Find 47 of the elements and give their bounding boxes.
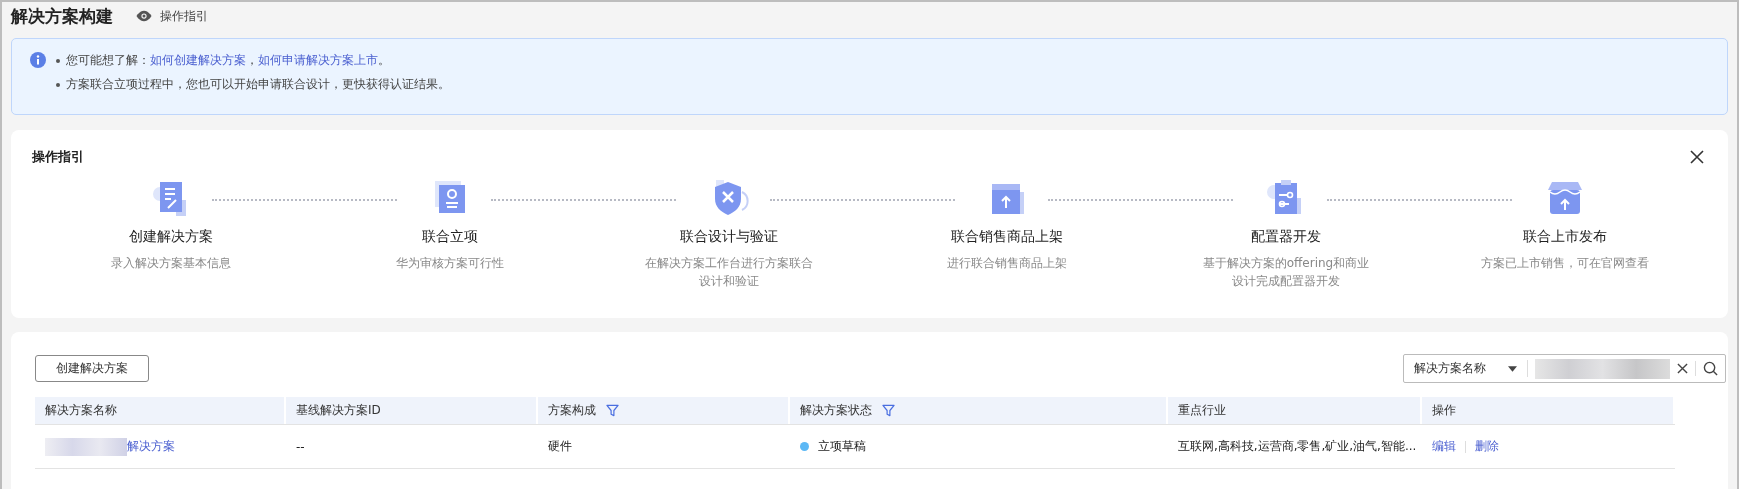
caret-icon xyxy=(1508,365,1517,372)
header-label: 解决方案状态 xyxy=(800,402,872,419)
create-button[interactable]: 创建解决方案 xyxy=(35,355,149,382)
filter-icon[interactable] xyxy=(606,404,619,417)
step-title: 联合销售商品上架 xyxy=(951,228,1064,246)
step-title: 联合立项 xyxy=(422,228,478,246)
info-icon xyxy=(30,52,46,68)
header-label: 操作 xyxy=(1432,402,1456,419)
clear-icon[interactable] xyxy=(1677,363,1688,374)
header-label: 方案构成 xyxy=(548,402,596,419)
step-description: 进行联合销售商品上架 xyxy=(947,255,1068,272)
table-cell: 互联网,高科技,运营商,零售,矿业,油气,智能... xyxy=(1168,424,1422,469)
step-title: 联合设计与验证 xyxy=(679,228,778,246)
section-title: 操作指引 xyxy=(32,148,84,166)
notice-text: 您可能想了解：如何创建解决方案，如何申请解决方案上市。 xyxy=(66,52,390,69)
search-icon[interactable] xyxy=(1703,361,1718,376)
status-text: 立项草稿 xyxy=(818,438,866,455)
bullet-icon xyxy=(56,58,60,63)
eye-icon xyxy=(135,10,153,22)
step-description: 方案已上市销售，可在官网查看 xyxy=(1480,255,1649,272)
table-cell: 硬件 xyxy=(538,424,790,469)
solution-link[interactable]: 解决方案 xyxy=(127,438,175,455)
action-link[interactable]: 删除 xyxy=(1475,438,1499,455)
filter-icon[interactable] xyxy=(882,404,895,417)
step-description: 华为审核方案可行性 xyxy=(396,255,504,272)
bullet-icon xyxy=(56,82,60,87)
step-description: 在解决方案工作台进行方案联合 设计和验证 xyxy=(644,255,813,290)
notice-text: 方案联合立项过程中，您也可以开始申请联合设计，更快获得认证结果。 xyxy=(66,76,450,93)
guide-link[interactable]: 操作指引 xyxy=(135,7,208,25)
header-label: 基线解决方案ID xyxy=(296,402,381,419)
step-title: 联合上市发布 xyxy=(1522,228,1607,246)
header-label: 解决方案名称 xyxy=(45,402,117,419)
action-link[interactable]: 编辑 xyxy=(1432,438,1456,455)
step-description: 录入解决方案基本信息 xyxy=(111,255,232,272)
help-link[interactable]: 如何创建解决方案 xyxy=(150,53,246,67)
close-button[interactable] xyxy=(1690,150,1704,164)
table-cell: -- xyxy=(286,424,538,469)
close-icon xyxy=(1690,150,1704,164)
dropdown-value: 解决方案名称 xyxy=(1414,360,1486,377)
header-label: 重点行业 xyxy=(1178,402,1226,419)
help-link[interactable]: 如何申请解决方案上市 xyxy=(258,53,378,67)
step-description: 基于解决方案的offering和商业 设计完成配置器开发 xyxy=(1202,255,1370,290)
step-title: 创建解决方案 xyxy=(129,228,214,246)
page-title: 解决方案构建 xyxy=(11,4,113,28)
search-bar[interactable]: 解决方案名称 xyxy=(1403,354,1726,383)
step-title: 配置器开发 xyxy=(1251,228,1321,246)
scope-dropdown[interactable]: 解决方案名称 xyxy=(1404,360,1528,377)
